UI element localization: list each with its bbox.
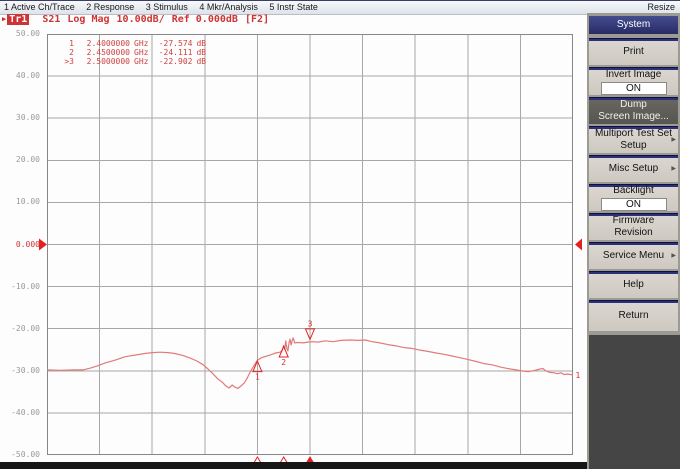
status-measurement: S21 (42, 14, 60, 25)
instrument-screen: 1 Active Ch/Trace 2 Response 3 Stimulus … (0, 0, 680, 469)
status-channel-state: [F2] (245, 14, 269, 25)
marker-frequency: 2.4500000 (78, 48, 130, 57)
marker-table: 1 2.4000000 GHz -27.574 dB 2 2.4500000 GHz -24.… (60, 39, 206, 66)
invert-image-state: ON (601, 82, 667, 95)
softkey-invert-image[interactable]: Invert Image ON (589, 67, 678, 95)
marker-number: 1 (60, 39, 74, 48)
trace-status-line: ▶Tr1 S21 Log Mag 10.00dB/Ref 0.000dB [F2] (2, 14, 269, 26)
softkey-multiport-test-set-setup[interactable]: Multiport Test Set Setup ▶ (589, 126, 678, 153)
marker-row-1: 1 2.4000000 GHz -27.574 dB (60, 39, 206, 48)
y-tick-label: 40.00 (0, 71, 40, 81)
marker-row-2: 2 2.4500000 GHz -24.111 dB (60, 48, 206, 57)
submenu-arrow-icon: ▶ (671, 165, 676, 172)
plot-area: 1123 (47, 34, 573, 455)
status-reference: Ref 0.000dB (172, 14, 238, 25)
menu-active-ch-trace[interactable]: 1 Active Ch/Trace (4, 1, 75, 13)
softkey-service-menu[interactable]: Service Menu ▶ (589, 242, 678, 269)
menu-stimulus[interactable]: 3 Stimulus (146, 1, 188, 13)
marker-freq-unit: GHz (134, 57, 148, 66)
softkey-help[interactable]: Help (589, 271, 678, 298)
softkey-misc-setup[interactable]: Misc Setup ▶ (589, 155, 678, 182)
softkey-menu: System Print Invert Image ON Dump Screen… (587, 13, 680, 469)
active-trace-pointer-icon: ▶ (2, 15, 6, 23)
marker-freq-unit: GHz (134, 39, 148, 48)
softkey-backlight[interactable]: Backlight ON (589, 184, 678, 211)
y-tick-label: -30.00 (0, 366, 40, 376)
softkey-firmware-revision[interactable]: Firmware Revision (589, 213, 678, 240)
marker-frequency: 2.4000000 (78, 39, 130, 48)
y-tick-label: -40.00 (0, 408, 40, 418)
svg-text:1: 1 (255, 373, 260, 382)
marker-frequency: 2.5000000 (78, 57, 130, 66)
marker-number: 2 (60, 48, 74, 57)
y-tick-label: 20.00 (0, 155, 40, 165)
y-tick-label: 30.00 (0, 113, 40, 123)
menu-instr-state[interactable]: 5 Instr State (269, 1, 318, 13)
softkey-blank-area (589, 335, 680, 469)
svg-text:2: 2 (281, 358, 286, 367)
marker-row-3: >3 2.5000000 GHz -22.902 dB (60, 57, 206, 66)
y-tick-label: -20.00 (0, 324, 40, 334)
y-tick-label: -10.00 (0, 282, 40, 292)
y-tick-label: 10.00 (0, 197, 40, 207)
trace-badge[interactable]: Tr1 (7, 14, 29, 25)
marker-value-unit: dB (196, 57, 206, 66)
marker-value-unit: dB (196, 48, 206, 57)
softkey-dump-screen-image[interactable]: Dump Screen Image... (589, 97, 678, 124)
y-tick-label: 0.000 (0, 240, 40, 250)
y-tick-label: 50.00 (0, 29, 40, 39)
marker-value-unit: dB (196, 39, 206, 48)
status-scale: 10.00dB/ (117, 14, 165, 25)
menu-mkr-analysis[interactable]: 4 Mkr/Analysis (199, 1, 258, 13)
marker-value: -22.902 (152, 57, 192, 66)
svg-text:3: 3 (308, 319, 313, 328)
menu-response[interactable]: 2 Response (86, 1, 134, 13)
y-tick-label: -50.00 (0, 450, 40, 460)
resize-button[interactable]: Resize (647, 1, 675, 13)
bottom-bar (0, 462, 587, 469)
status-format: Log Mag (67, 14, 109, 25)
submenu-arrow-icon: ▶ (671, 252, 676, 259)
softkey-return[interactable]: Return (589, 300, 678, 331)
marker-number: >3 (60, 57, 74, 66)
menu-bar: 1 Active Ch/Trace 2 Response 3 Stimulus … (0, 0, 680, 15)
marker-value: -24.111 (152, 48, 192, 57)
softkey-print[interactable]: Print (589, 38, 678, 65)
marker-freq-unit: GHz (134, 48, 148, 57)
svg-text:1: 1 (576, 371, 581, 380)
softkey-system[interactable]: System (589, 16, 678, 34)
submenu-arrow-icon: ▶ (671, 136, 676, 143)
marker-value: -27.574 (152, 39, 192, 48)
backlight-state: ON (601, 198, 667, 211)
